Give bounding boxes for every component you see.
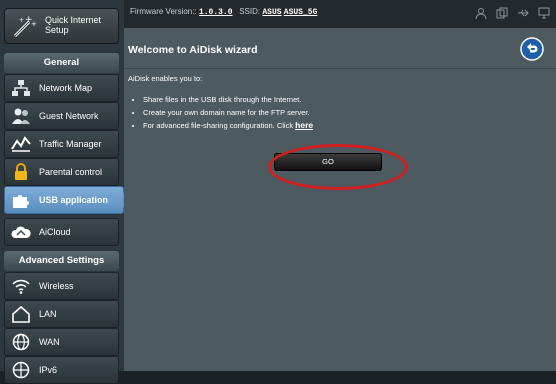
sidebar-item-guest-network[interactable]: Guest Network bbox=[4, 102, 119, 130]
usb-puzzle-icon bbox=[13, 195, 29, 208]
cloud-icon bbox=[11, 226, 31, 238]
firmware-label: Firmware Version:: bbox=[130, 7, 197, 16]
list-item: Share files in the USB disk through the … bbox=[143, 94, 313, 107]
guest-network-icon bbox=[12, 108, 30, 124]
usb-icon[interactable] bbox=[517, 7, 529, 19]
user-icon[interactable] bbox=[475, 7, 487, 19]
sidebar-item-lan[interactable]: LAN bbox=[4, 300, 119, 328]
wireless-icon bbox=[12, 279, 30, 294]
here-link[interactable]: here bbox=[295, 120, 313, 130]
globe-icon bbox=[12, 333, 30, 351]
sidebar-item-aicloud[interactable]: AiCloud bbox=[4, 218, 119, 246]
sidebar-item-wireless[interactable]: Wireless bbox=[4, 272, 119, 300]
svg-text:+: + bbox=[31, 20, 37, 28]
svg-text:+: + bbox=[19, 17, 24, 24]
top-status-bar: Firmware Version:: 1.0.3.0 SSID: ASUS AS… bbox=[124, 0, 556, 28]
firmware-version-link[interactable]: 1.0.3.0 bbox=[199, 8, 233, 17]
list-item: Create your own domain name for the FTP … bbox=[143, 107, 313, 120]
quick-setup-label: Quick Internet Setup bbox=[45, 15, 102, 35]
sidebar-item-label: WAN bbox=[39, 337, 60, 347]
parental-control-icon bbox=[15, 163, 27, 180]
feature-text: Create your own domain name for the FTP … bbox=[143, 107, 310, 117]
feature-text: Share files in the USB disk through the … bbox=[143, 95, 302, 104]
sidebar-item-label: Wireless bbox=[39, 281, 74, 291]
status-icons bbox=[475, 7, 550, 19]
advanced-settings-header: Advanced Settings bbox=[4, 251, 119, 271]
ssid-value-1: ASUS bbox=[262, 8, 282, 17]
main-panel: Welcome to AiDisk wizard AiDisk enables … bbox=[124, 28, 556, 371]
ipv6-icon bbox=[12, 361, 30, 379]
back-arrow-icon[interactable] bbox=[520, 37, 544, 61]
list-item: For advanced file-sharing configuration.… bbox=[143, 119, 313, 133]
ssid-label: SSID: bbox=[239, 7, 261, 16]
ssid-value-2: ASUS_5G bbox=[283, 8, 318, 17]
copy-icon[interactable] bbox=[496, 7, 508, 19]
network-map-icon bbox=[12, 80, 30, 96]
feature-text: For advanced file-sharing configuration.… bbox=[143, 121, 294, 130]
sidebar-item-label: LAN bbox=[39, 309, 57, 319]
quick-internet-setup-button[interactable]: + + + Quick Internet Setup bbox=[4, 8, 119, 44]
sidebar-item-ipv6[interactable]: IPv6 bbox=[4, 356, 119, 384]
sidebar-item-traffic-manager[interactable]: Traffic Manager bbox=[4, 130, 119, 158]
sidebar-item-label: Traffic Manager bbox=[39, 139, 102, 149]
sidebar-item-label: AiCloud bbox=[39, 227, 71, 237]
monitor-icon[interactable] bbox=[538, 7, 550, 19]
feature-list: Share files in the USB disk through the … bbox=[134, 94, 313, 133]
traffic-manager-icon bbox=[11, 136, 31, 152]
sidebar-item-parental-control[interactable]: Parental control bbox=[4, 158, 119, 186]
sidebar-item-label: Guest Network bbox=[39, 111, 99, 121]
sidebar-item-label: Parental control bbox=[39, 167, 103, 177]
sidebar-item-usb-application[interactable]: USB application bbox=[4, 186, 130, 214]
firmware-ssid-info: Firmware Version:: 1.0.3.0 SSID: ASUS AS… bbox=[130, 7, 317, 17]
sidebar-item-label: IPv6 bbox=[39, 365, 58, 375]
intro-text: AiDisk enables you to: bbox=[128, 74, 203, 83]
sidebar-item-label: USB application bbox=[39, 195, 109, 205]
magic-wand-icon: + + + bbox=[13, 15, 37, 38]
general-section-header: General bbox=[4, 53, 119, 73]
highlight-circle-annotation bbox=[268, 144, 408, 190]
home-icon bbox=[12, 305, 30, 323]
divider bbox=[124, 68, 556, 69]
sidebar-item-label: Network Map bbox=[39, 83, 93, 93]
page-title: Welcome to AiDisk wizard bbox=[128, 44, 258, 56]
sidebar-item-network-map[interactable]: Network Map bbox=[4, 74, 119, 102]
sidebar-item-wan[interactable]: WAN bbox=[4, 328, 119, 356]
sidebar: + + + Quick Internet Setup General Netwo… bbox=[0, 0, 130, 384]
